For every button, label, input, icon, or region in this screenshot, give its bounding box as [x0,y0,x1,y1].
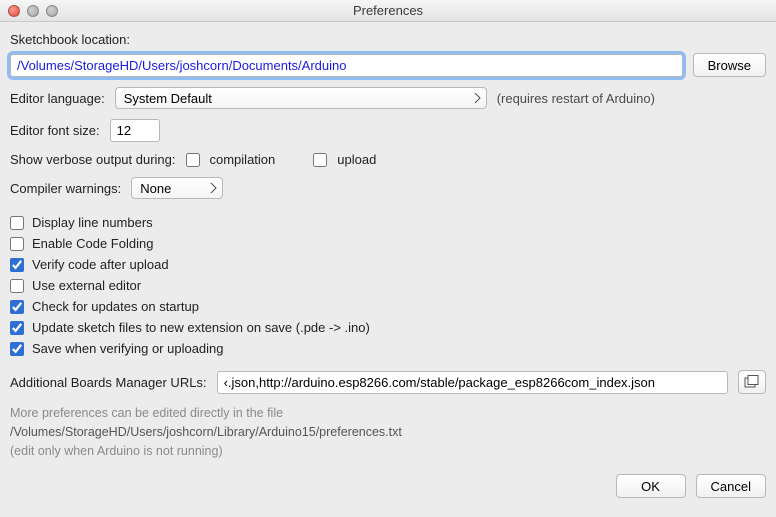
check-for-updates-label: Check for updates on startup [32,299,199,314]
enable-code-folding-checkbox[interactable] [10,237,24,251]
editor-font-size-label: Editor font size: [10,123,100,138]
titlebar: Preferences [0,0,776,22]
editor-language-select[interactable]: System Default [115,87,487,109]
preferences-file-path: /Volumes/StorageHD/Users/joshcorn/Librar… [10,423,766,442]
update-sketch-files-label: Update sketch files to new extension on … [32,320,370,335]
save-when-verifying-label: Save when verifying or uploading [32,341,224,356]
compiler-warnings-label: Compiler warnings: [10,181,121,196]
window-overlap-icon [744,375,760,389]
display-line-numbers-checkbox[interactable] [10,216,24,230]
more-preferences-line3: (edit only when Arduino is not running) [10,442,766,461]
save-when-verifying-checkbox[interactable] [10,342,24,356]
display-line-numbers-label: Display line numbers [32,215,153,230]
compilation-label: compilation [210,152,276,167]
check-for-updates-checkbox[interactable] [10,300,24,314]
verify-code-after-upload-label: Verify code after upload [32,257,169,272]
minimize-icon[interactable] [27,5,39,17]
zoom-icon[interactable] [46,5,58,17]
board-urls-expand-button[interactable] [738,370,766,394]
more-preferences-line1: More preferences can be edited directly … [10,404,766,423]
verify-code-after-upload-checkbox[interactable] [10,258,24,272]
window-controls [0,5,58,17]
sketchbook-location-input[interactable] [10,54,683,77]
more-preferences-note: More preferences can be edited directly … [10,404,766,460]
cancel-button[interactable]: Cancel [696,474,766,498]
upload-label: upload [337,152,376,167]
verbose-output-label: Show verbose output during: [10,152,176,167]
sketchbook-location-label: Sketchbook location: [10,32,766,47]
use-external-editor-checkbox[interactable] [10,279,24,293]
editor-language-hint: (requires restart of Arduino) [497,91,655,106]
window-title: Preferences [0,3,776,18]
editor-language-label: Editor language: [10,91,105,106]
board-urls-label: Additional Boards Manager URLs: [10,375,207,390]
compiler-warnings-select[interactable]: None [131,177,223,199]
enable-code-folding-label: Enable Code Folding [32,236,153,251]
compilation-checkbox[interactable] [186,153,200,167]
close-icon[interactable] [8,5,20,17]
browse-button[interactable]: Browse [693,53,766,77]
editor-font-size-input[interactable] [110,119,160,142]
ok-button[interactable]: OK [616,474,686,498]
board-urls-input[interactable] [217,371,728,394]
update-sketch-files-checkbox[interactable] [10,321,24,335]
use-external-editor-label: Use external editor [32,278,141,293]
upload-checkbox[interactable] [313,153,327,167]
